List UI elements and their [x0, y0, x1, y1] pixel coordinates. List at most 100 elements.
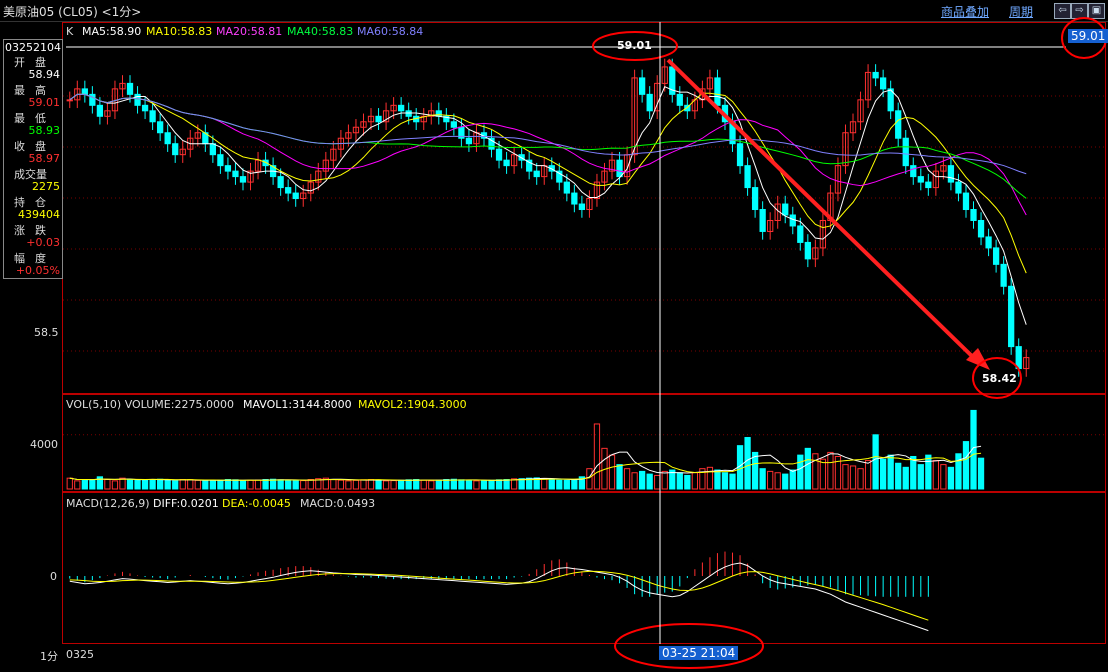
volume-bar — [925, 454, 932, 490]
candle-body — [797, 225, 804, 243]
candle-body — [126, 82, 134, 95]
candle-body — [676, 93, 683, 106]
volume-bar — [345, 480, 352, 490]
volume-bar — [390, 480, 397, 490]
volume-bar — [134, 479, 141, 490]
volume-bar — [857, 468, 864, 490]
volume-bar — [947, 466, 955, 490]
volume-bar — [548, 479, 555, 490]
volume-bar — [676, 472, 683, 490]
volume-bar — [556, 479, 563, 490]
volume-bar — [842, 464, 849, 490]
volume-bar — [179, 479, 186, 490]
volume-bar — [405, 479, 412, 490]
volume-bar — [661, 470, 668, 490]
volume-bar — [759, 468, 766, 490]
candle-body — [925, 181, 932, 189]
volume-bar — [767, 470, 774, 490]
vol-header: VOL(5,10) VOLUME:2275.0000 — [66, 398, 234, 411]
volume-bar — [217, 479, 224, 490]
k-label: K — [66, 25, 74, 38]
candle-body — [172, 143, 179, 156]
volume-bar — [465, 479, 473, 490]
pct-value: +0.05% — [15, 264, 60, 277]
volume-bar — [729, 473, 736, 490]
ma60-label: MA60:58.84 — [357, 25, 424, 38]
candle-body — [81, 88, 88, 95]
trend-arrow-line — [666, 58, 980, 364]
cursor-time-label: 03-25 21:04 — [659, 646, 739, 660]
volume-bar — [81, 479, 88, 490]
volume-bar — [232, 479, 239, 490]
volume-bar — [902, 466, 909, 490]
candle-body — [578, 203, 586, 211]
volume-bar — [804, 447, 811, 490]
volume-bar — [977, 457, 985, 490]
volume-bar — [751, 451, 759, 490]
volume-bar — [608, 454, 616, 490]
candle-body — [992, 247, 1000, 265]
candle-body — [134, 93, 141, 106]
volume-bar — [503, 479, 510, 490]
volume-bar — [639, 470, 646, 490]
volume-bar — [864, 460, 872, 490]
low-annotation: 58.42 — [982, 372, 1017, 385]
volume-bar — [593, 423, 601, 490]
candle-body — [157, 121, 164, 134]
candle-body — [1000, 263, 1007, 287]
volume-bar — [917, 464, 924, 490]
volume-bar — [247, 479, 254, 490]
volume-bar — [352, 479, 360, 490]
volume-bar — [458, 479, 465, 490]
change-value: +0.03 — [26, 236, 60, 249]
volume-bar — [872, 434, 879, 490]
volume-bar — [541, 477, 548, 490]
volume-bar — [880, 458, 887, 490]
volume-bar — [300, 480, 307, 490]
volume-bar — [782, 473, 789, 490]
diff-label: DIFF:0.0201 — [153, 497, 219, 510]
volume-bar — [375, 479, 382, 490]
candle-body — [751, 187, 759, 211]
volume-bar — [631, 472, 638, 490]
candle-body — [435, 110, 442, 117]
ma40-label: MA40:58.83 — [287, 25, 354, 38]
volume-bar — [887, 454, 894, 490]
vol-tick-label: 4000 — [30, 438, 58, 451]
volume-bar — [473, 480, 480, 490]
info-panel: 03252104 开盘 58.94 最高 59.01 最低 58.93 收盘 5… — [3, 39, 63, 279]
volume-bar — [262, 479, 269, 490]
current-price-tag: 59.01 — [1068, 29, 1108, 43]
volume-bar — [126, 479, 134, 490]
volume-bar — [307, 479, 314, 490]
candle-body — [759, 209, 766, 232]
volume-bar — [428, 480, 435, 490]
candle-body — [398, 104, 405, 112]
ma10-label: MA10:58.83 — [146, 25, 213, 38]
volume-bar — [360, 479, 367, 490]
candle-body — [985, 236, 992, 249]
volume-bar — [382, 480, 390, 490]
candle-body — [141, 104, 149, 112]
candle-body — [503, 159, 510, 167]
candle-body — [639, 77, 646, 95]
volume-bar — [563, 479, 570, 490]
candle-body — [375, 115, 382, 123]
volume-bar — [895, 462, 902, 490]
volume-bar — [955, 453, 962, 490]
diff-line — [69, 562, 929, 632]
ma5-line — [69, 86, 1027, 325]
candle-body — [96, 104, 104, 117]
candle-body — [782, 203, 789, 216]
volume-bar — [849, 465, 857, 490]
candle-body — [962, 192, 970, 211]
chart-canvas[interactable] — [0, 0, 1108, 672]
volume-bar — [435, 479, 442, 490]
volume-bar — [157, 478, 164, 490]
candle-body — [164, 132, 171, 145]
candle-body — [292, 192, 299, 200]
candle-body — [872, 71, 879, 79]
volume-bar — [932, 460, 939, 490]
ma5-label: MA5:58.90 — [82, 25, 142, 38]
high-value: 59.01 — [28, 96, 61, 109]
